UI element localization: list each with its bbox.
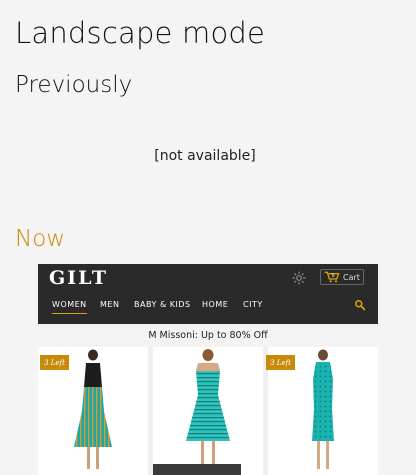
nav-item-men[interactable]: MEN: [100, 300, 119, 309]
product-card[interactable]: [153, 347, 263, 475]
dress-image: [298, 349, 348, 473]
product-grid: [38, 347, 378, 475]
stock-badge: 3 Left: [266, 355, 295, 370]
nav-item-city[interactable]: CITY: [243, 300, 263, 309]
cart-count: 0: [332, 273, 335, 279]
nav-item-baby-kids[interactable]: BABY & KIDS: [134, 300, 191, 309]
gear-icon[interactable]: [292, 271, 306, 285]
search-icon[interactable]: [354, 299, 366, 311]
cart-icon: 0: [324, 271, 340, 283]
dress-image: [68, 349, 118, 473]
sale-banner[interactable]: M Missoni: Up to 80% Off: [38, 324, 378, 347]
cart-button[interactable]: 0 Cart: [320, 269, 364, 285]
nav-item-women[interactable]: WOMEN: [52, 300, 87, 309]
stock-badge: 3 Left: [40, 355, 69, 370]
app-header: GILT 0 Cart WOMEN MEN BABY & KIDS HOME C…: [38, 264, 378, 324]
gilt-logo[interactable]: GILT: [49, 267, 108, 289]
previously-status: [not available]: [0, 148, 410, 164]
scroll-shadow: [153, 464, 241, 475]
nav-item-home[interactable]: HOME: [202, 300, 228, 309]
category-nav: WOMEN MEN BABY & KIDS HOME CITY: [38, 300, 378, 316]
previously-heading: Previously: [15, 72, 132, 98]
now-heading: Now: [15, 226, 65, 252]
page-heading: Landscape mode: [15, 16, 265, 50]
cart-label: Cart: [343, 273, 360, 282]
dress-image: [178, 349, 238, 473]
app-screenshot: GILT 0 Cart WOMEN MEN BABY & KIDS HOME C…: [38, 264, 378, 475]
